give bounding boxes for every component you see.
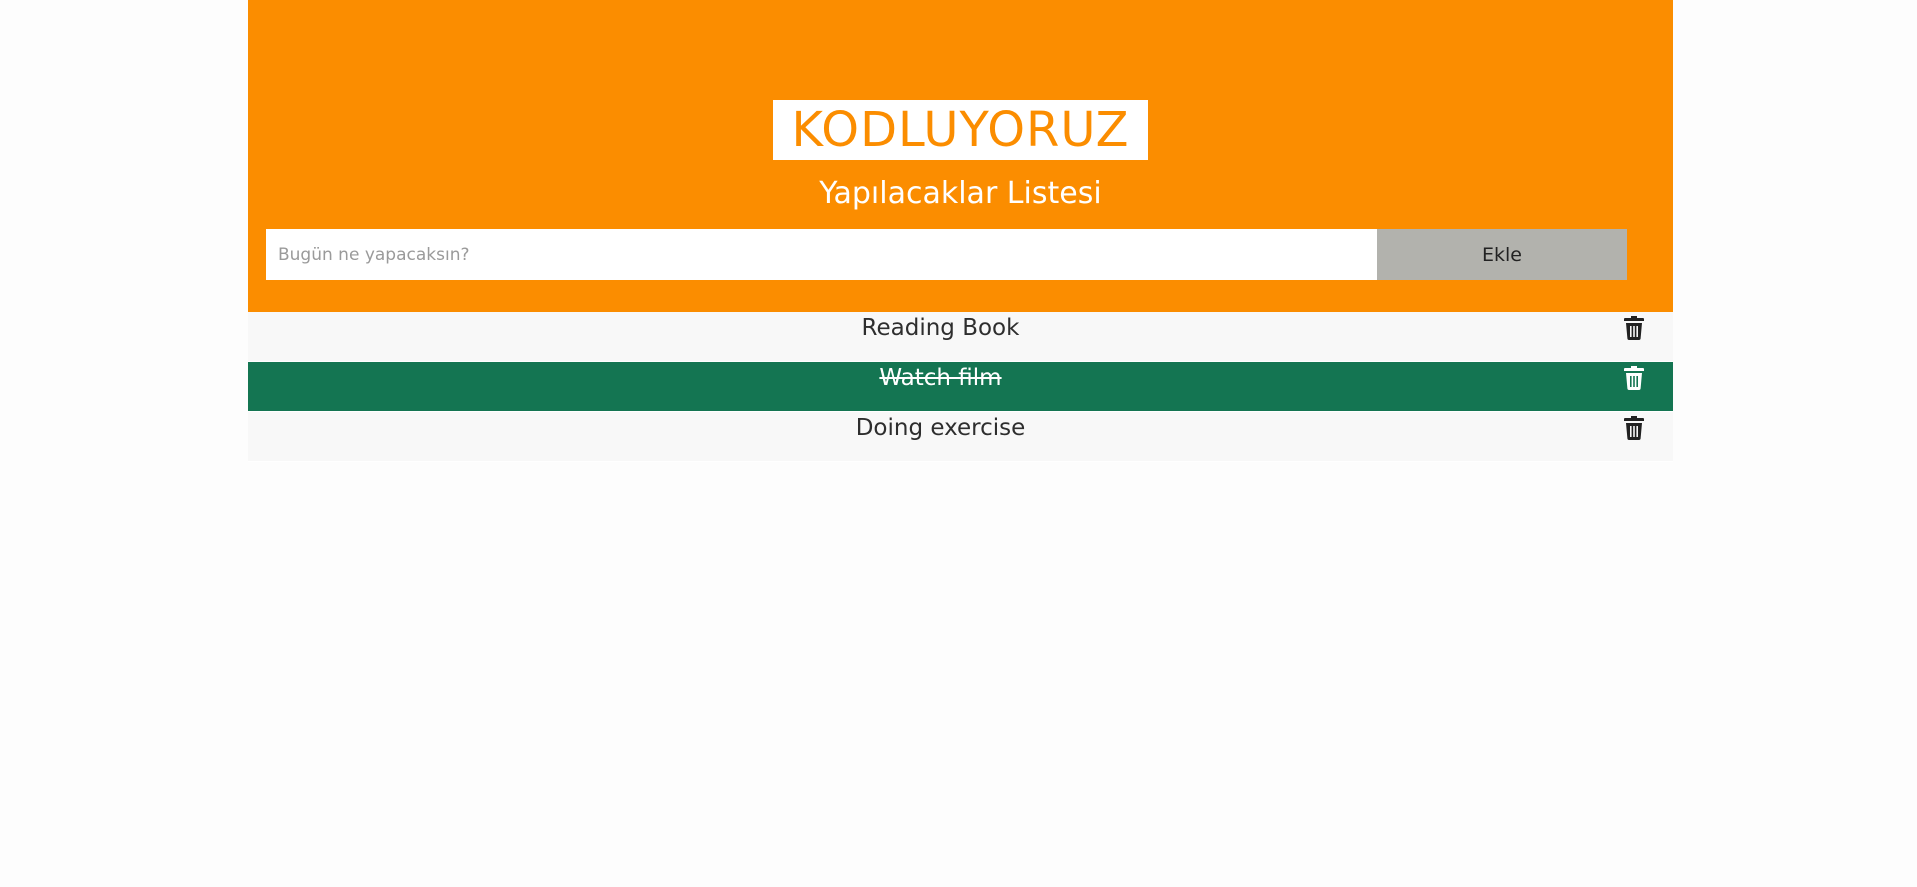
todo-list: Reading Book Watch film Doing exercise [248,312,1673,462]
trash-icon[interactable] [1620,364,1648,392]
todo-text: Doing exercise [855,415,1026,441]
header: KODLUYORUZ Yapılacaklar Listesi Ekle [248,0,1673,312]
todo-item[interactable]: Watch film [248,362,1673,412]
page-subtitle: Yapılacaklar Listesi [819,176,1102,211]
add-task-button[interactable]: Ekle [1377,229,1627,280]
brand-logo: KODLUYORUZ [773,100,1148,160]
brand-title: KODLUYORUZ [791,102,1130,158]
todo-text: Watch film [879,365,1002,391]
trash-icon[interactable] [1620,314,1648,342]
app-container: KODLUYORUZ Yapılacaklar Listesi Ekle Rea… [248,0,1673,462]
todo-item[interactable]: Doing exercise [248,412,1673,462]
trash-icon[interactable] [1620,414,1648,442]
todo-item[interactable]: Reading Book [248,312,1673,362]
todo-text: Reading Book [861,315,1020,341]
task-input[interactable] [266,229,1377,280]
